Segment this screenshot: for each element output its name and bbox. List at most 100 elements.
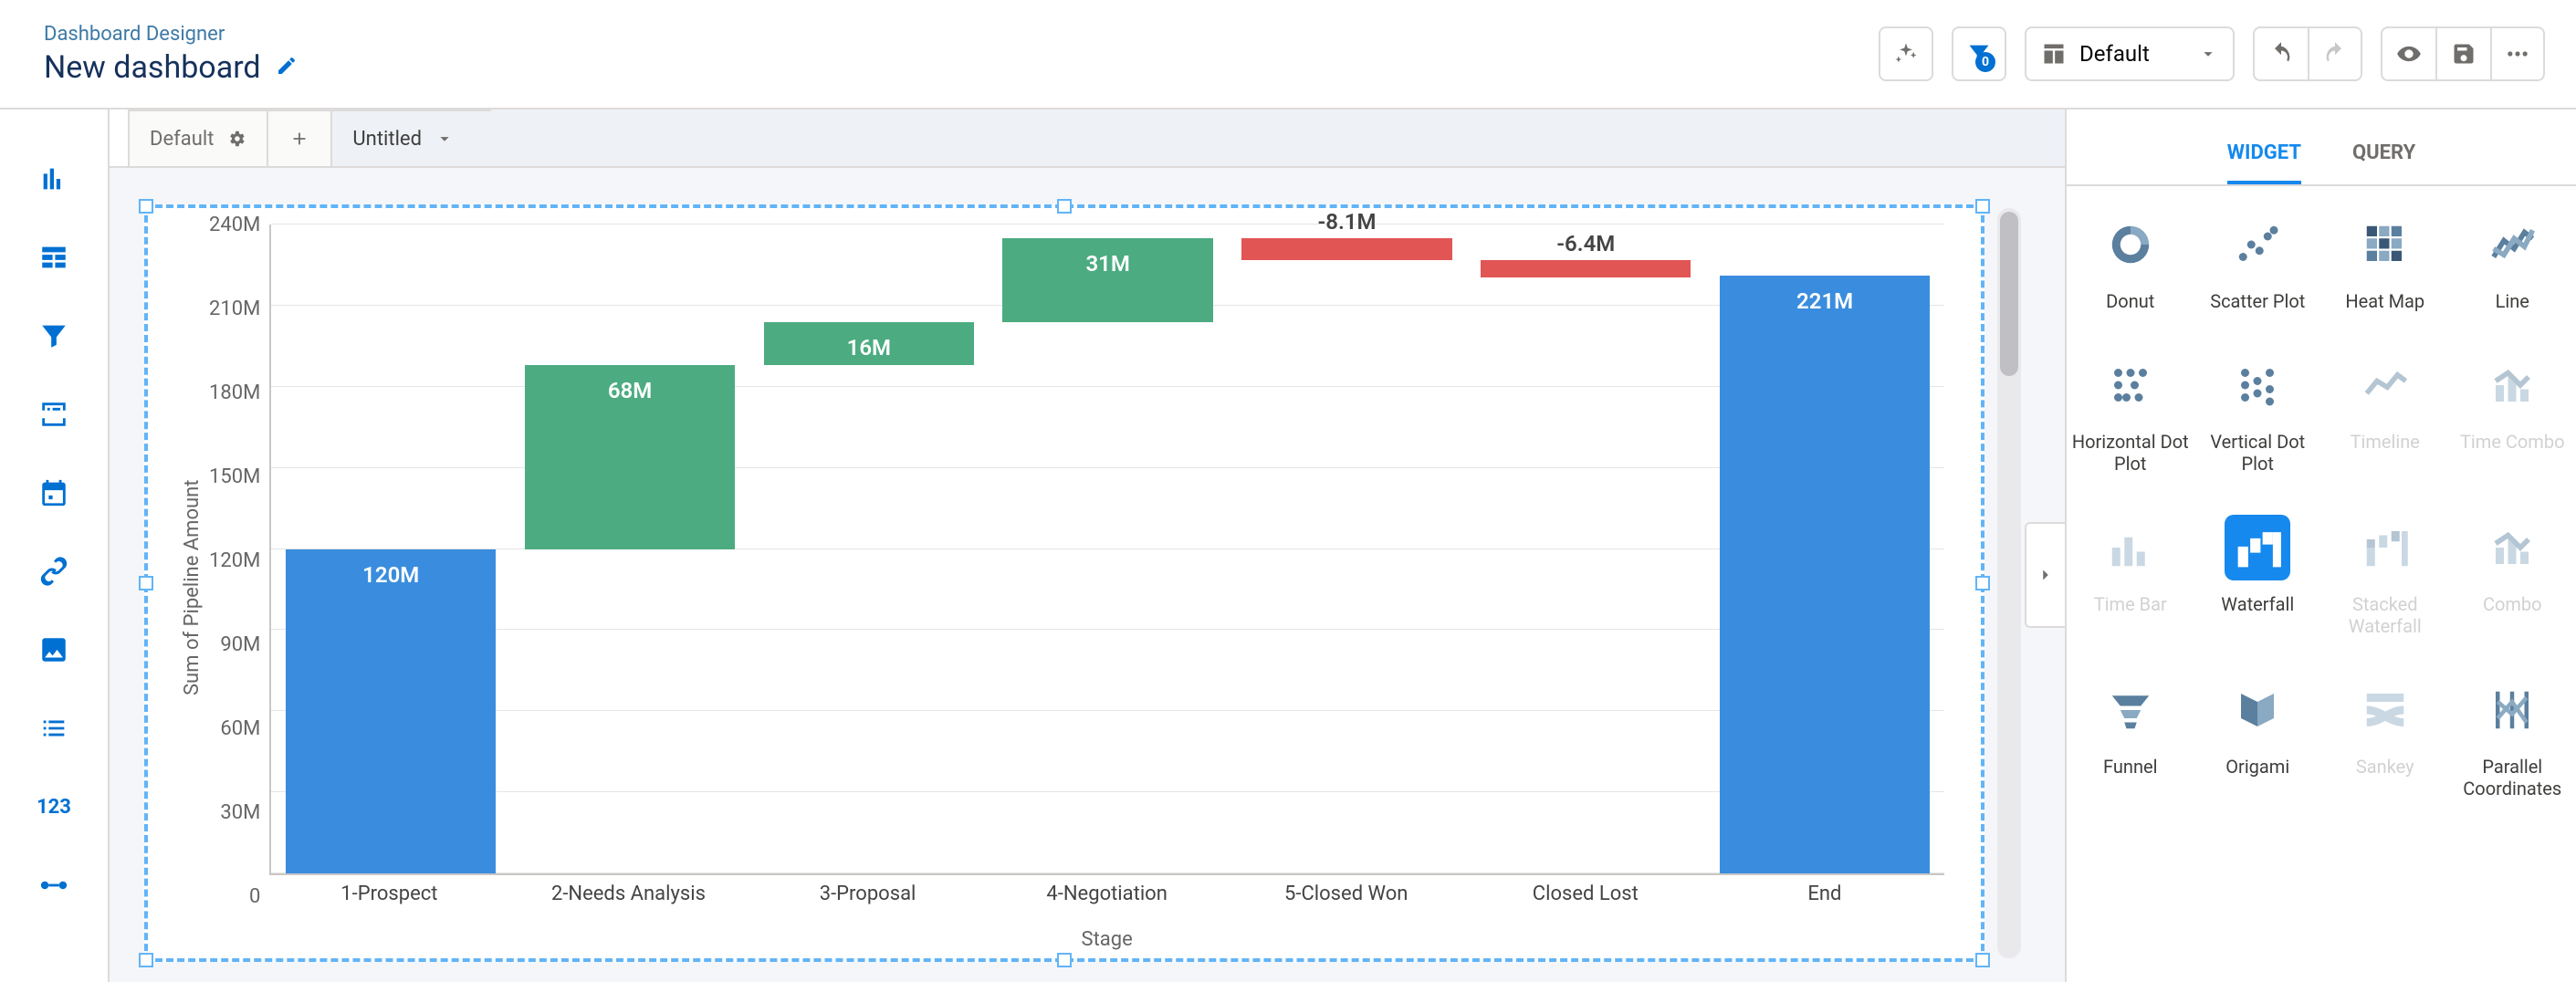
add-list-widget[interactable]: [36, 710, 72, 747]
breadcrumb[interactable]: Dashboard Designer: [44, 23, 298, 46]
resize-handle[interactable]: [139, 576, 153, 590]
timecombo-icon: [2479, 352, 2545, 418]
chevron-right-icon: [2036, 565, 2056, 585]
resize-handle[interactable]: [1975, 953, 1990, 967]
chart-type-label: Funnel: [2103, 756, 2157, 778]
chart-type-label: Horizontal Dot Plot: [2071, 431, 2190, 475]
more-actions-button[interactable]: [2490, 26, 2545, 81]
undo-redo-group: [2253, 26, 2362, 81]
chart-type-funnel[interactable]: Funnel: [2067, 677, 2194, 799]
chart-type-parcoord[interactable]: Parallel Coordinates: [2449, 677, 2576, 799]
selected-chart-widget[interactable]: Sum of Pipeline Amount 240M210M180M150M1…: [144, 204, 1984, 962]
chart-type-origami[interactable]: Origami: [2194, 677, 2322, 799]
waterfall-bar[interactable]: 120M: [286, 549, 496, 874]
edit-title-icon[interactable]: [276, 55, 298, 80]
tab-query[interactable]: QUERY: [2352, 141, 2415, 184]
x-tick: 4-Negotiation: [988, 883, 1227, 930]
preview-button[interactable]: [2381, 26, 2435, 81]
chart-type-donut[interactable]: Donut: [2067, 212, 2194, 312]
chart-type-hdot[interactable]: Horizontal Dot Plot: [2067, 352, 2194, 475]
chart-type-picker: DonutScatter PlotHeat MapLine Horizontal …: [2067, 186, 2576, 982]
theme-button[interactable]: [1879, 26, 1933, 81]
eye-icon: [2396, 41, 2422, 67]
sparkle-icon: [1893, 41, 1919, 67]
waterfall-bar[interactable]: -8.1M: [1241, 238, 1451, 260]
timebar-icon: [2098, 515, 2163, 580]
waterfall-bar[interactable]: 31M: [1002, 238, 1212, 322]
chart-type-sankey[interactable]: Sankey: [2321, 677, 2449, 799]
add-table-widget[interactable]: [36, 239, 72, 276]
waterfall-bar[interactable]: -6.4M: [1481, 260, 1691, 277]
add-page-button[interactable]: [267, 110, 332, 166]
layout-selector[interactable]: Default: [2025, 26, 2235, 81]
plot-area: 120M 68M 16M 31M -8.1M -6.4M 221M: [269, 225, 1944, 875]
add-range-widget[interactable]: [36, 867, 72, 904]
add-link-widget[interactable]: [36, 553, 72, 590]
funnel-icon: [2098, 677, 2163, 743]
global-filters-button[interactable]: 0: [1952, 26, 2006, 81]
undo-button[interactable]: [2253, 26, 2308, 81]
sankey-icon: [2352, 677, 2418, 743]
save-button[interactable]: [2435, 26, 2490, 81]
resize-handle[interactable]: [1057, 953, 1072, 967]
scrollbar-thumb[interactable]: [2000, 212, 2018, 376]
waterfall-bar[interactable]: 221M: [1720, 276, 1930, 873]
redo-icon: [2322, 41, 2348, 67]
add-number-widget[interactable]: 123: [36, 789, 72, 825]
redo-button[interactable]: [2308, 26, 2362, 81]
resize-handle[interactable]: [139, 953, 153, 967]
properties-panel: WIDGET QUERY DonutScatter PlotHeat MapLi…: [2065, 110, 2576, 982]
container-icon: [38, 399, 69, 430]
add-image-widget[interactable]: [36, 632, 72, 668]
chart-type-scatter[interactable]: Scatter Plot: [2194, 212, 2322, 312]
chart-type-label: Combo: [2483, 593, 2542, 615]
resize-handle[interactable]: [139, 199, 153, 214]
page-tab-untitled[interactable]: Untitled: [330, 110, 493, 166]
chart-type-combo[interactable]: Combo: [2449, 515, 2576, 637]
add-chart-widget[interactable]: [36, 161, 72, 197]
canvas-grid[interactable]: Sum of Pipeline Amount 240M210M180M150M1…: [110, 168, 2065, 982]
add-date-widget[interactable]: [36, 475, 72, 511]
resize-handle[interactable]: [1057, 199, 1072, 214]
bar-value-label: 68M: [525, 378, 735, 403]
chart-type-line[interactable]: Line: [2449, 212, 2576, 312]
page-tab-default[interactable]: Default: [128, 110, 268, 166]
canvas-scrollbar[interactable]: [1997, 208, 2021, 958]
vdot-icon: [2225, 352, 2290, 418]
chart-type-vdot[interactable]: Vertical Dot Plot: [2194, 352, 2322, 475]
image-icon: [38, 634, 69, 665]
timeline-icon: [2352, 352, 2418, 418]
page-tab-bar: Default Untitled: [110, 110, 2065, 168]
chart-type-waterfall[interactable]: Waterfall: [2194, 515, 2322, 637]
resize-handle[interactable]: [1975, 576, 1990, 590]
toggle-right-panel[interactable]: [2025, 522, 2065, 628]
chart-type-label: Time Bar: [2094, 593, 2167, 615]
chart-type-label: Waterfall: [2221, 593, 2294, 615]
chart-type-label: Vertical Dot Plot: [2198, 431, 2317, 475]
line-icon: [2479, 212, 2545, 277]
resize-handle[interactable]: [1975, 199, 1990, 214]
waterfall-bar[interactable]: 16M: [764, 322, 974, 365]
add-filter-widget[interactable]: [36, 318, 72, 354]
chart-type-timeline[interactable]: Timeline: [2321, 352, 2449, 475]
plot-column: 120M 68M 16M 31M -8.1M -6.4M 221M 1-Prospect2-…: [269, 225, 1944, 951]
combo-icon: [2479, 515, 2545, 580]
dashboard-title[interactable]: New dashboard: [44, 49, 261, 86]
bar-value-label: 31M: [1002, 251, 1212, 277]
stackedwf-icon: [2352, 515, 2418, 580]
chart-type-heatmap[interactable]: Heat Map: [2321, 212, 2449, 312]
x-axis-ticks: 1-Prospect2-Needs Analysis3-Proposal4-Ne…: [269, 875, 1944, 930]
add-container-widget[interactable]: [36, 396, 72, 433]
tab-widget[interactable]: WIDGET: [2227, 141, 2301, 184]
chart-type-timebar[interactable]: Time Bar: [2067, 515, 2194, 637]
y-axis-ticks: 240M210M180M150M120M90M60M30M0: [204, 225, 269, 951]
panel-tabs: WIDGET QUERY: [2067, 110, 2576, 186]
chart-type-stackedwf[interactable]: Stacked Waterfall: [2321, 515, 2449, 637]
chart-type-timecombo[interactable]: Time Combo: [2449, 352, 2576, 475]
origami-icon: [2225, 677, 2290, 743]
waterfall-bar[interactable]: 68M: [525, 365, 735, 548]
bar-value-label: -6.4M: [1481, 231, 1691, 256]
x-tick: 2-Needs Analysis: [508, 883, 748, 930]
x-tick: 5-Closed Won: [1227, 883, 1466, 930]
chevron-down-icon: [435, 129, 455, 149]
